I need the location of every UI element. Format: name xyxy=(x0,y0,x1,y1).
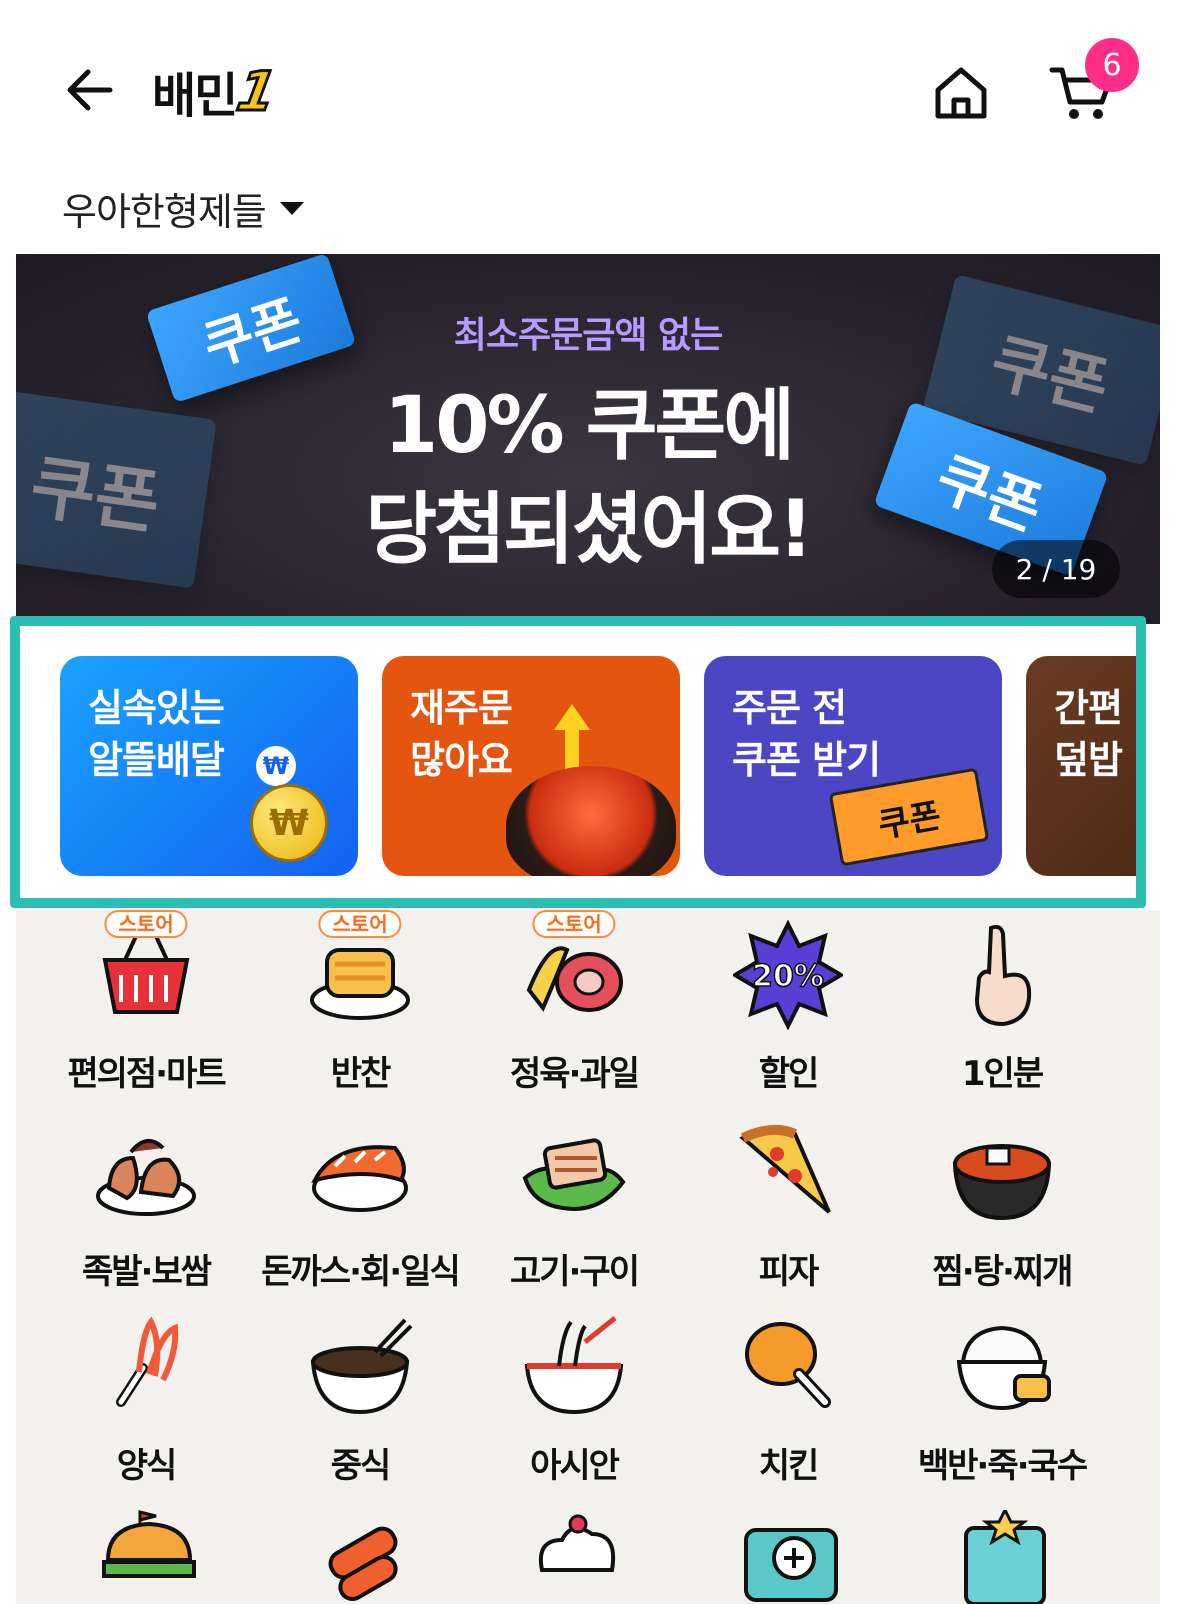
category-label: 찜·탕·찌개 xyxy=(932,1252,1074,1292)
quick-card-line1: 간편 xyxy=(1054,686,1123,730)
pasta-icon xyxy=(116,1316,179,1407)
category-label: 아시안 xyxy=(530,1446,620,1486)
category-label: 할인 xyxy=(758,1054,820,1094)
logo-one-badge: 1 xyxy=(231,58,283,124)
back-button[interactable] xyxy=(62,62,118,118)
address-label: 우아한형제들 xyxy=(62,189,267,234)
jokbal-icon xyxy=(96,1139,196,1216)
search-store-icon[interactable] xyxy=(736,1510,846,1604)
stew-pot-icon xyxy=(506,766,676,876)
coin-icon: ₩ xyxy=(250,784,328,862)
quick-card-line2: 쿠폰 받기 xyxy=(732,738,881,782)
quick-card-line1: 재주문 xyxy=(410,686,513,730)
arrow-up-icon xyxy=(554,704,590,770)
category-stew[interactable]: 찜·탕·찌개 xyxy=(892,1118,1112,1293)
quick-card-line2: 알뜰배달 xyxy=(88,738,225,782)
category-label: 고기·구이 xyxy=(509,1252,640,1292)
quick-card-budget-delivery[interactable]: 실속있는 알뜰배달 ₩ ₩ xyxy=(60,656,358,876)
svg-text:20%: 20% xyxy=(752,959,824,994)
category-label: 편의점·마트 xyxy=(67,1054,226,1094)
category-meat-fruit[interactable]: 스토어 정육·과일 xyxy=(464,910,684,1095)
quick-card-reorder[interactable]: 재주문 많아요 xyxy=(382,656,680,876)
grilled-meat-icon xyxy=(522,1138,626,1211)
store-tag: 스토어 xyxy=(532,910,616,938)
quick-card-label: 주문 전 쿠폰 받기 xyxy=(732,682,881,786)
category-rice-porridge-noodle[interactable]: 백반·죽·국수 xyxy=(892,1312,1112,1487)
category-grid: 스토어 편의점·마트 스토어 반찬 스토어 정육·과일 20% 할인 1인분 족… xyxy=(16,910,1160,1604)
discount-icon: 20% xyxy=(733,920,843,1030)
category-label: 중식 xyxy=(330,1446,392,1486)
category-label: 치킨 xyxy=(758,1446,820,1486)
sushi-icon xyxy=(311,1145,408,1212)
category-convenience-mart[interactable]: 스토어 편의점·마트 xyxy=(36,910,256,1095)
banner-title-line2: 당첨되셨어요! xyxy=(365,485,813,575)
home-icon xyxy=(935,67,987,119)
caret-down-icon xyxy=(279,201,304,215)
category-label: 돈까스·회·일식 xyxy=(261,1252,461,1292)
category-chinese[interactable]: 중식 xyxy=(250,1312,470,1487)
category-chicken[interactable]: 치킨 xyxy=(678,1312,898,1487)
category-asian[interactable]: 아시안 xyxy=(464,1312,684,1487)
quick-card-rice-bowl[interactable]: 간편 덮밥 xyxy=(1026,656,1136,876)
quick-card-label: 실속있는 알뜰배달 xyxy=(88,682,225,786)
category-side-dish[interactable]: 스토어 반찬 xyxy=(250,910,470,1095)
cart-count-badge: 6 xyxy=(1085,38,1139,92)
quick-card-line2: 많아요 xyxy=(410,738,513,782)
stew-icon xyxy=(952,1144,1052,1221)
category-label: 정육·과일 xyxy=(509,1054,640,1094)
pizza-icon xyxy=(739,1124,831,1214)
category-one-serving[interactable]: 1인분 xyxy=(892,920,1112,1095)
dining-icon[interactable] xyxy=(950,1510,1060,1604)
address-selector[interactable]: 우아한형제들 xyxy=(62,182,304,234)
store-tag: 스토어 xyxy=(104,910,188,938)
banner-page-counter: 2 / 19 xyxy=(992,540,1120,598)
quick-card-line1: 주문 전 xyxy=(732,686,847,730)
pho-icon xyxy=(524,1316,624,1415)
logo-text: 배민 xyxy=(152,68,238,124)
category-jokbal-bossam[interactable]: 족발·보쌈 xyxy=(36,1118,256,1293)
quick-card-line2: 덮밥 xyxy=(1054,738,1123,782)
one-serving-icon xyxy=(974,924,1032,1027)
arrow-left-icon xyxy=(67,69,113,111)
category-label: 1인분 xyxy=(961,1054,1044,1094)
promo-banner[interactable]: 쿠폰 쿠폰 쿠폰 쿠폰 최소주문금액 없는 10% 쿠폰에 당첨되셨어요! 2 … xyxy=(16,254,1160,624)
burger-icon[interactable] xyxy=(94,1510,204,1604)
category-grilled-meat[interactable]: 고기·구이 xyxy=(464,1118,684,1293)
category-discount[interactable]: 20% 할인 xyxy=(678,920,898,1095)
quick-card-line1: 실속있는 xyxy=(88,686,225,730)
category-label: 백반·죽·국수 xyxy=(917,1446,1088,1486)
quick-card-coupon[interactable]: 주문 전 쿠폰 받기 쿠폰 xyxy=(704,656,1002,876)
store-tag: 스토어 xyxy=(318,910,402,938)
category-pizza[interactable]: 피자 xyxy=(678,1118,898,1293)
category-western[interactable]: 양식 xyxy=(36,1312,256,1487)
banner-title: 10% 쿠폰에 당첨되셨어요! xyxy=(16,374,1160,582)
category-label: 족발·보쌈 xyxy=(81,1252,212,1292)
chicken-icon xyxy=(745,1322,831,1408)
category-label: 반찬 xyxy=(330,1054,392,1094)
banner-subtitle: 최소주문금액 없는 xyxy=(453,315,724,356)
category-cutlet-sashimi-japanese[interactable]: 돈까스·회·일식 xyxy=(250,1118,470,1293)
quick-menu-carousel: 실속있는 알뜰배달 ₩ ₩ 재주문 많아요 주문 전 쿠폰 받기 쿠폰 간편 덮… xyxy=(10,616,1146,908)
category-label: 피자 xyxy=(758,1252,820,1292)
home-button[interactable] xyxy=(930,62,992,124)
banner-title-line1: 10% 쿠폰에 xyxy=(383,381,795,471)
quick-card-label: 간편 덮밥 xyxy=(1054,682,1123,786)
top-bar: 배민 1 6 xyxy=(0,0,1177,180)
won-icon: ₩ xyxy=(256,746,296,786)
tteokbokki-icon[interactable] xyxy=(308,1510,418,1604)
rice-bowl-icon xyxy=(956,1325,1051,1411)
noodle-bowl-icon xyxy=(310,1318,413,1415)
baemin-one-logo: 배민 1 xyxy=(152,56,283,126)
category-label: 양식 xyxy=(116,1446,178,1486)
quick-card-label: 재주문 많아요 xyxy=(410,682,513,786)
dessert-icon[interactable] xyxy=(522,1510,632,1604)
